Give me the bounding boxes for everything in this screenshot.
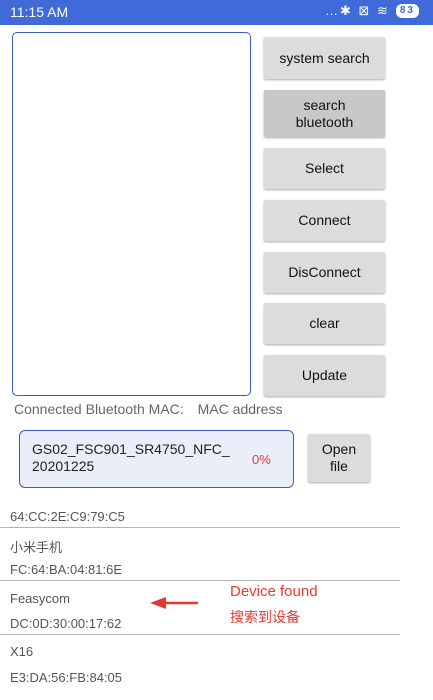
device-list-box[interactable] xyxy=(12,32,251,396)
connect-button[interactable]: Connect xyxy=(264,200,385,241)
device-mac[interactable]: E3:DA:56:FB:84:05 xyxy=(10,670,122,685)
annotation-chinese: 搜索到设备 xyxy=(230,609,300,625)
annotation-arrow-icon xyxy=(150,597,198,609)
update-button[interactable]: Update xyxy=(264,355,385,396)
device-name[interactable]: Feasycom xyxy=(10,591,70,606)
connection-label: Connected Bluetooth MAC: xyxy=(14,401,184,417)
system-search-button[interactable]: system search xyxy=(264,37,385,79)
connection-status: Connected Bluetooth MAC: MAC address xyxy=(14,401,282,417)
device-name[interactable]: 小米手机 xyxy=(10,537,62,556)
device-mac[interactable]: 64:CC:2E:C9:79:C5 xyxy=(10,509,125,524)
device-name[interactable]: X16 xyxy=(10,644,33,659)
battery-icon: 83 xyxy=(395,4,419,18)
status-time: 11:15 AM xyxy=(10,4,69,20)
clear-button[interactable]: clear xyxy=(264,303,385,344)
status-icons: …✱ ⊠ ≋ 83 xyxy=(325,3,419,19)
status-bar: 11:15 AM …✱ ⊠ ≋ 83 xyxy=(0,0,433,25)
annotation-english: Device found xyxy=(230,583,318,600)
divider xyxy=(0,580,400,581)
upgrade-progress-text: 0% xyxy=(252,452,271,467)
select-button[interactable]: Select xyxy=(264,148,385,189)
search-bluetooth-button[interactable]: search bluetooth xyxy=(264,90,385,137)
connectivity-icons: …✱ ⊠ ≋ xyxy=(324,3,390,18)
open-file-button[interactable]: Open file xyxy=(308,434,370,482)
connection-mac-value: MAC address xyxy=(197,401,283,417)
device-mac[interactable]: DC:0D:30:00:17:62 xyxy=(10,616,121,631)
firmware-file-box[interactable]: GS02_FSC901_SR4750_NFC_ 20201225 0% xyxy=(19,430,294,488)
divider xyxy=(0,527,400,528)
divider xyxy=(0,634,400,635)
firmware-file-name: GS02_FSC901_SR4750_NFC_ 20201225 xyxy=(32,441,230,474)
device-mac[interactable]: FC:64:BA:04:81:6E xyxy=(10,562,122,577)
disconnect-button[interactable]: DisConnect xyxy=(264,252,385,293)
